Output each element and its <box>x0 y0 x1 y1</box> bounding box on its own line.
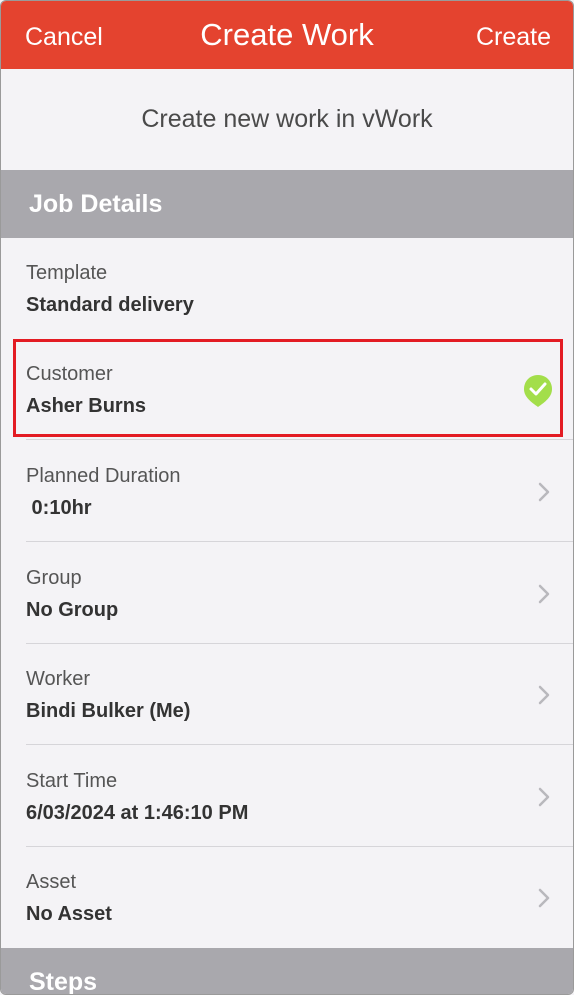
divider <box>26 744 573 745</box>
row-template[interactable]: Template Standard delivery <box>1 238 573 339</box>
chevron-right-icon <box>538 685 550 705</box>
chevron-right-icon <box>538 584 550 604</box>
row-label: Group <box>26 567 82 589</box>
chevron-right-icon <box>538 482 550 502</box>
row-value: No Group <box>26 599 119 621</box>
section-header-job-details: Job Details <box>1 170 573 238</box>
row-value: Standard delivery <box>26 294 194 316</box>
row-value: No Asset <box>26 903 112 925</box>
row-planned-duration[interactable]: Planned Duration 0:10hr <box>1 441 573 542</box>
row-worker[interactable]: Worker Bindi Bulker (Me) <box>1 644 573 745</box>
row-group[interactable]: Group No Group <box>1 543 573 644</box>
section-header-steps: Steps <box>1 948 573 995</box>
row-value: 0:10hr <box>26 497 92 519</box>
section-title: Job Details <box>29 190 163 218</box>
row-label: Asset <box>26 871 77 893</box>
chevron-right-icon <box>538 888 550 908</box>
section-title: Steps <box>29 968 98 995</box>
screen: Cancel Create Work Create Create new wor… <box>0 0 574 995</box>
customer-highlight-box <box>13 339 563 437</box>
row-value: 6/03/2024 at 1:46:10 PM <box>26 802 249 824</box>
nav-bar: Cancel Create Work Create <box>1 1 573 69</box>
row-label: Worker <box>26 668 91 690</box>
chevron-right-icon <box>538 787 550 807</box>
row-start-time[interactable]: Start Time 6/03/2024 at 1:46:10 PM <box>1 746 573 847</box>
row-value: Bindi Bulker (Me) <box>26 700 191 722</box>
row-label: Template <box>26 262 108 284</box>
row-label: Start Time <box>26 770 118 792</box>
row-label: Planned Duration <box>26 465 181 487</box>
divider <box>26 541 573 542</box>
create-button[interactable]: Create <box>476 23 551 52</box>
row-asset[interactable]: Asset No Asset <box>1 847 573 948</box>
page-subtitle: Create new work in vWork <box>141 105 433 133</box>
divider <box>26 439 573 440</box>
